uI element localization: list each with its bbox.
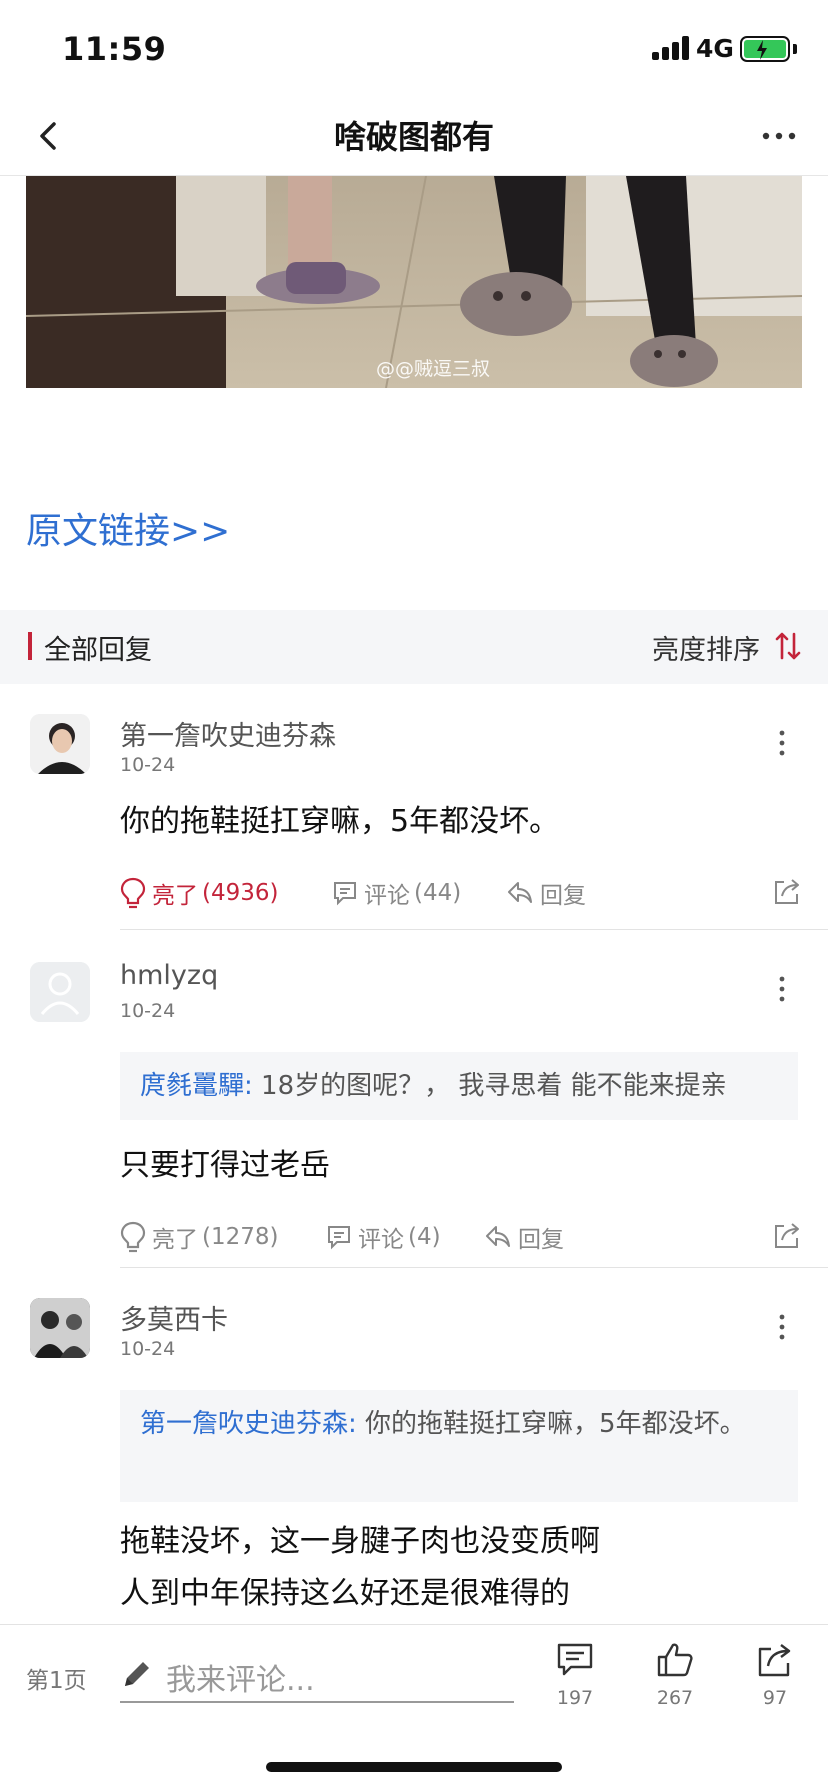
comments-count: 197	[556, 1687, 594, 1709]
comment-item: 多莫西卡 10-24 第一詹吹史迪芬森: 你的拖鞋挺扛穿嘛，5年都没坏。 拖鞋没…	[0, 1268, 828, 1624]
pen-icon	[125, 1662, 149, 1686]
original-link[interactable]: 原文链接>>	[26, 502, 230, 554]
comment-count: (44)	[414, 880, 462, 906]
share-icon[interactable]	[772, 876, 802, 906]
share-icon[interactable]	[772, 1220, 802, 1250]
comment-bubble-icon	[328, 1226, 350, 1250]
lightbulb-icon	[120, 1221, 146, 1253]
comment-actions: 亮了 (4936) 评论 (44) 回复	[120, 876, 800, 916]
section-title: 全部回复	[44, 635, 152, 666]
status-time: 11:59	[62, 30, 167, 68]
avatar[interactable]	[30, 714, 90, 774]
share-button[interactable]: 97	[740, 1641, 810, 1709]
like-button[interactable]: 267	[640, 1641, 710, 1709]
comment-actions: 亮了 (1278) 评论 (4) 回复	[120, 1220, 800, 1260]
reply-button[interactable]: 回复	[506, 876, 586, 910]
network-label: 4G	[696, 34, 734, 63]
comment-label: 评论	[358, 1227, 404, 1253]
comment-button[interactable]: 评论 (4)	[326, 1220, 441, 1254]
comment-text: 只要打得过老岳	[120, 1148, 330, 1183]
quoted-reply[interactable]: 第一詹吹史迪芬森: 你的拖鞋挺扛穿嘛，5年都没坏。	[120, 1390, 798, 1502]
comments-button[interactable]: 197	[540, 1641, 610, 1709]
comment-button[interactable]: 评论 (44)	[332, 876, 461, 910]
home-indicator[interactable]	[266, 1762, 562, 1772]
comment-username[interactable]: hmlyzq	[120, 960, 218, 991]
sort-icon[interactable]	[774, 630, 802, 662]
post-image[interactable]: @@贼逗三叔	[26, 176, 802, 388]
light-label: 亮了	[152, 883, 198, 909]
comment-date: 10-24	[120, 1000, 176, 1022]
reply-icon	[508, 882, 532, 903]
comment-placeholder: 我来评论...	[166, 1663, 315, 1698]
page-indicator[interactable]: 第1页	[26, 1661, 87, 1695]
light-count: (4936)	[202, 880, 279, 906]
battery-icon	[740, 36, 790, 62]
quote-author[interactable]: 庹毵鼍驒:	[140, 1071, 253, 1101]
comment-text-line: 拖鞋没坏，这一身腱子肉也没变质啊	[120, 1524, 600, 1559]
shares-count: 97	[762, 1687, 788, 1709]
comment-date: 10-24	[120, 754, 176, 776]
quoted-reply[interactable]: 庹毵鼍驒: 18岁的图呢？， 我寻思着 能不能来提亲	[120, 1052, 798, 1120]
comment-bubble-icon	[334, 882, 356, 906]
section-accent-bar	[28, 632, 32, 660]
image-watermark: @@贼逗三叔	[376, 358, 491, 380]
reply-label: 回复	[540, 883, 586, 909]
quote-author[interactable]: 第一詹吹史迪芬森:	[140, 1409, 357, 1439]
lightbulb-icon	[120, 877, 146, 909]
comment-bubble-icon	[557, 1643, 593, 1676]
comments-section-header: 全部回复 亮度排序	[0, 610, 828, 684]
light-label: 亮了	[152, 1227, 198, 1253]
comment-more-icon[interactable]	[770, 972, 794, 1006]
share-icon	[758, 1644, 791, 1677]
more-options-icon[interactable]	[760, 116, 798, 156]
comment-date: 10-24	[120, 1338, 176, 1360]
likes-count: 267	[656, 1687, 694, 1709]
signal-icon	[652, 36, 690, 60]
quote-text: 你的拖鞋挺扛穿嘛，5年都没坏。	[356, 1409, 746, 1439]
comment-item: hmlyzq 10-24 庹毵鼍驒: 18岁的图呢？， 我寻思着 能不能来提亲 …	[0, 930, 828, 1268]
comment-count: (4)	[408, 1224, 441, 1250]
status-bar: 11:59 4G	[0, 0, 828, 96]
comment-item: 第一詹吹史迪芬森 10-24 你的拖鞋挺扛穿嘛，5年都没坏。 亮了 (4936)…	[0, 684, 828, 930]
light-count: (1278)	[202, 1224, 279, 1250]
comment-username[interactable]: 第一詹吹史迪芬森	[120, 714, 336, 753]
reply-label: 回复	[518, 1227, 564, 1253]
comment-input[interactable]: 我来评论...	[120, 1649, 514, 1703]
battery-cap	[793, 44, 797, 54]
nav-bar: 啥破图都有	[0, 96, 828, 176]
reply-icon	[486, 1226, 510, 1247]
thumbs-up-icon	[657, 1643, 693, 1677]
comment-more-icon[interactable]	[770, 1310, 794, 1344]
avatar[interactable]	[30, 962, 90, 1022]
comment-text-line: 人到中年保持这么好还是很难得的	[120, 1576, 570, 1611]
comment-label: 评论	[364, 883, 410, 909]
reply-button[interactable]: 回复	[484, 1220, 564, 1254]
light-button[interactable]: 亮了 (1278)	[120, 1220, 278, 1254]
light-button[interactable]: 亮了 (4936)	[120, 876, 278, 910]
comment-username[interactable]: 多莫西卡	[120, 1298, 228, 1337]
page-title: 啥破图都有	[333, 118, 494, 156]
comment-more-icon[interactable]	[770, 726, 794, 760]
avatar[interactable]	[30, 1298, 90, 1358]
comment-text: 你的拖鞋挺扛穿嘛，5年都没坏。	[120, 804, 560, 839]
sort-button[interactable]: 亮度排序	[652, 628, 760, 667]
quote-text: 18岁的图呢？， 我寻思着 能不能来提亲	[252, 1071, 727, 1101]
